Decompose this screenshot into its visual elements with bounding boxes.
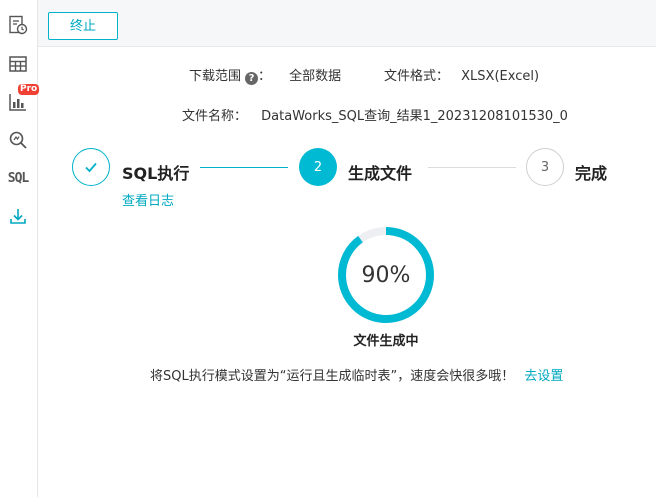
sql-icon[interactable]: SQL	[7, 167, 30, 189]
sql-icon-label: SQL	[7, 170, 30, 186]
download-range-label: 下载范围	[189, 69, 242, 84]
download-range-value: 全部数据	[289, 69, 342, 84]
stop-button[interactable]: 终止	[48, 12, 118, 40]
file-name-label: 文件名称：	[182, 109, 248, 124]
progress-percent: 90%	[361, 262, 411, 288]
step-connector-1	[200, 167, 288, 168]
file-format-value: XLSX(Excel)	[461, 69, 540, 84]
search-analysis-icon[interactable]	[7, 129, 29, 151]
left-sidebar: Pro SQL	[0, 0, 40, 497]
step-2-circle: 2	[299, 148, 337, 186]
check-icon	[85, 162, 97, 173]
table-grid-icon[interactable]	[7, 53, 29, 75]
download-icon[interactable]	[7, 205, 29, 227]
step-3-circle: 3	[526, 148, 564, 186]
file-name: 文件名称： DataWorks_SQL查询_结果1_20231208101530…	[182, 105, 568, 124]
step-1-label: SQL执行	[122, 164, 190, 183]
view-log-link[interactable]: 查看日志	[122, 190, 174, 209]
speed-tip-text: 将SQL执行模式设置为“运行且生成临时表”，速度会快很多哦！	[150, 369, 515, 384]
help-icon[interactable]: ?	[245, 72, 259, 85]
file-name-value: DataWorks_SQL查询_结果1_20231208101530_0	[261, 109, 568, 124]
file-format-label: 文件格式：	[384, 69, 450, 84]
step-connector-2	[428, 167, 516, 168]
step-2-label: 生成文件	[348, 164, 413, 183]
report-history-icon[interactable]	[7, 14, 29, 36]
download-range: 下载范围?： 全部数据	[189, 69, 342, 85]
file-format: 文件格式： XLSX(Excel)	[384, 65, 539, 84]
speed-tip: 将SQL执行模式设置为“运行且生成临时表”，速度会快很多哦！ 去设置	[150, 365, 563, 384]
progress-status: 文件生成中	[353, 334, 419, 349]
step-3-label: 完成	[575, 164, 608, 183]
bar-chart-pro-icon[interactable]: Pro	[7, 84, 40, 113]
go-settings-link[interactable]: 去设置	[524, 369, 563, 384]
pro-badge: Pro	[18, 84, 40, 95]
top-toolbar: 终止	[38, 0, 656, 47]
step-1-circle	[72, 148, 110, 186]
